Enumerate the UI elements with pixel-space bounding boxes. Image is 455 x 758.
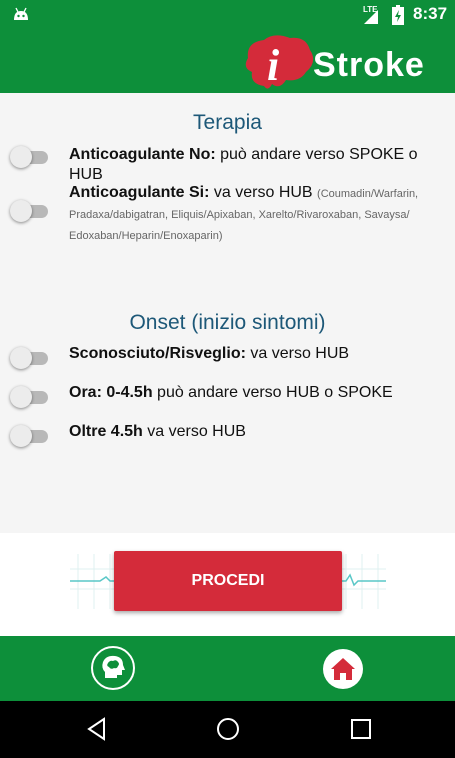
recents-icon[interactable] bbox=[348, 716, 374, 742]
status-time: 8:37 bbox=[413, 4, 448, 23]
option-ora-0-4-5h: Ora: 0-4.5h può andare verso HUB o SPOKE bbox=[69, 383, 449, 403]
toggle-anticoagulante-si[interactable] bbox=[10, 200, 50, 222]
toggle-oltre-4-5h[interactable] bbox=[10, 425, 50, 447]
home-icon bbox=[331, 658, 355, 680]
option-bold-label: Anticoagulante No: bbox=[69, 146, 216, 163]
option-bold-label: Ora: 0-4.5h bbox=[69, 384, 153, 401]
bottom-navigation bbox=[0, 636, 455, 701]
option-oltre-4-5h: Oltre 4.5h va verso HUB bbox=[69, 422, 449, 442]
section-title-onset: Onset (inizio sintomi) bbox=[129, 311, 326, 334]
toggle-thumb bbox=[10, 425, 32, 447]
logo-text: Stroke bbox=[313, 46, 425, 85]
option-text: va verso HUB bbox=[209, 184, 313, 201]
back-icon[interactable] bbox=[84, 716, 110, 742]
toggle-thumb bbox=[10, 347, 32, 369]
signal-icon bbox=[364, 10, 378, 24]
option-bold-label: Anticoagulante Si: bbox=[69, 184, 210, 201]
option-bold-label: Sconosciuto/Risveglio: bbox=[69, 345, 246, 362]
toggle-thumb bbox=[10, 200, 32, 222]
android-icon bbox=[14, 7, 28, 20]
section-title-terapia: Terapia bbox=[193, 111, 262, 134]
option-sconosciuto: Sconosciuto/Risveglio: va verso HUB bbox=[69, 344, 449, 364]
logo-letter: i bbox=[267, 41, 280, 90]
option-anticoagulante-no: Anticoagulante No: può andare verso SPOK… bbox=[69, 145, 449, 185]
toggle-anticoagulante-no[interactable] bbox=[10, 146, 50, 168]
logo-text-label: Stroke bbox=[313, 46, 425, 84]
battery-charging-icon bbox=[392, 5, 404, 25]
toggle-ora-0-4-5h[interactable] bbox=[10, 386, 50, 408]
status-bar: LTE 8:37 bbox=[0, 0, 455, 29]
option-text: va verso HUB bbox=[245, 345, 350, 362]
brain-head-icon bbox=[102, 655, 125, 678]
toggle-thumb bbox=[10, 146, 32, 168]
brain-head-button[interactable] bbox=[91, 646, 135, 690]
option-bold-label: Oltre 4.5h bbox=[69, 423, 143, 440]
option-text: può andare verso HUB o SPOKE bbox=[152, 384, 393, 401]
toggle-sconosciuto[interactable] bbox=[10, 347, 50, 369]
toggle-thumb bbox=[10, 386, 32, 408]
home-button[interactable] bbox=[323, 649, 363, 689]
option-text: va verso HUB bbox=[142, 423, 246, 440]
procedi-button[interactable]: PROCEDI bbox=[114, 551, 342, 611]
option-anticoagulante-si: Anticoagulante Si: va verso HUB (Coumadi… bbox=[69, 183, 449, 246]
home-circle-icon[interactable] bbox=[215, 716, 241, 742]
